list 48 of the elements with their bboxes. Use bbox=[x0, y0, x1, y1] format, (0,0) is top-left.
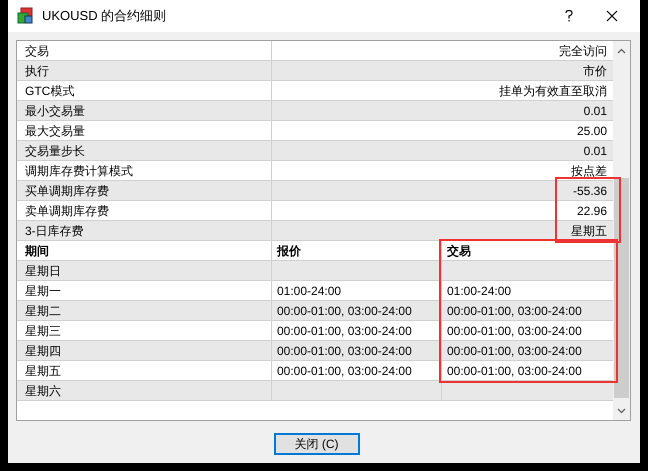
property-value: 挂单为有效直至取消 bbox=[499, 82, 608, 100]
property-value: 星期五 bbox=[571, 222, 608, 240]
column-header: 报价 bbox=[277, 242, 301, 260]
app-icon bbox=[16, 7, 34, 25]
day-label: 星期一 bbox=[25, 282, 61, 300]
scroll-down-icon bbox=[617, 408, 626, 414]
property-value: 25.00 bbox=[577, 122, 608, 140]
property-label: 交易 bbox=[25, 42, 49, 60]
time-range: 00:00-01:00, 03:00-24:00 bbox=[277, 342, 412, 360]
scroll-up-icon bbox=[617, 48, 626, 54]
time-range: 00:00-01:00, 03:00-24:00 bbox=[447, 302, 582, 320]
day-label: 星期五 bbox=[25, 362, 61, 380]
day-label: 星期六 bbox=[25, 382, 61, 400]
property-label: 卖单调期库存费 bbox=[25, 202, 109, 220]
time-range: 01:00-24:00 bbox=[277, 282, 342, 300]
property-value: 完全访问 bbox=[559, 42, 608, 60]
property-label: 最小交易量 bbox=[25, 102, 85, 120]
property-label: 3-日库存费 bbox=[25, 222, 84, 240]
close-icon bbox=[606, 10, 618, 22]
property-label: 执行 bbox=[25, 62, 49, 80]
day-label: 星期二 bbox=[25, 302, 61, 320]
time-range: 01:00-24:00 bbox=[447, 282, 512, 300]
property-label: 买单调期库存费 bbox=[25, 182, 109, 200]
property-value: 市价 bbox=[583, 62, 608, 80]
day-label: 星期三 bbox=[25, 322, 61, 340]
property-value: -55.36 bbox=[573, 182, 608, 200]
column-header: 交易 bbox=[447, 242, 471, 260]
property-label: 调期库存费计算模式 bbox=[25, 162, 133, 180]
day-label: 星期四 bbox=[25, 342, 61, 360]
window-title: UKOUSD 的合约细则 bbox=[42, 7, 168, 26]
time-range: 00:00-01:00, 03:00-24:00 bbox=[277, 322, 412, 340]
day-label: 星期日 bbox=[25, 262, 61, 280]
column-header: 期间 bbox=[25, 242, 49, 260]
help-icon bbox=[565, 10, 573, 22]
property-label: 最大交易量 bbox=[25, 122, 85, 140]
scrollbar[interactable] bbox=[613, 41, 630, 420]
time-range: 00:00-01:00, 03:00-24:00 bbox=[447, 362, 582, 380]
property-value: 按点差 bbox=[571, 162, 608, 180]
property-label: GTC模式 bbox=[25, 82, 74, 100]
time-range: 00:00-01:00, 03:00-24:00 bbox=[447, 342, 582, 360]
close-dialog-button[interactable]: 关闭 (C) bbox=[274, 433, 360, 455]
property-value: 22.96 bbox=[577, 202, 608, 220]
property-label: 交易量步长 bbox=[25, 142, 85, 160]
time-range: 00:00-01:00, 03:00-24:00 bbox=[277, 302, 412, 320]
property-value: 0.01 bbox=[584, 102, 608, 120]
time-range: 00:00-01:00, 03:00-24:00 bbox=[277, 362, 412, 380]
time-range: 00:00-01:00, 03:00-24:00 bbox=[447, 322, 582, 340]
property-value: 0.01 bbox=[584, 142, 608, 160]
